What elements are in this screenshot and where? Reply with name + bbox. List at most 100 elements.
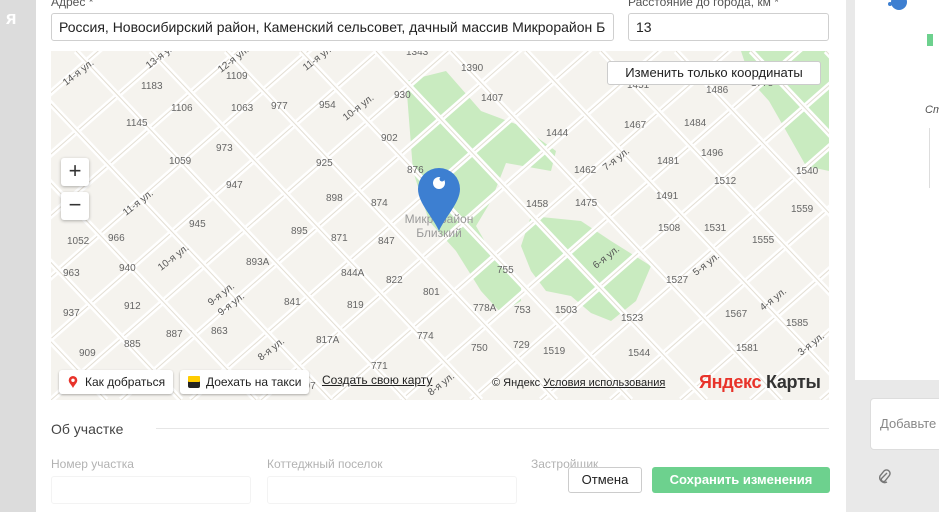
house-number: 1531 <box>704 223 727 234</box>
house-number: 1559 <box>791 204 814 215</box>
house-number: 1519 <box>543 346 566 357</box>
logo-yandex: Яндекс <box>699 372 762 392</box>
attach-icon[interactable] <box>877 468 891 484</box>
map-canvas[interactable]: 1183 1145 1106 1063 977 954 930 1343 1390 1407 110… <box>51 51 829 400</box>
house-number: 822 <box>386 275 403 286</box>
street-name: 10-я ул. <box>156 243 191 274</box>
house-number: 1484 <box>684 118 707 129</box>
house-number: 863 <box>211 326 228 337</box>
terms-link[interactable]: Условия использования <box>543 377 665 389</box>
taxi-icon <box>188 376 200 388</box>
right-sidebar-panel: Ст <box>855 0 939 380</box>
house-number: 755 <box>497 265 514 276</box>
house-number: 1527 <box>666 275 689 286</box>
route-button[interactable]: Как добраться <box>59 370 174 394</box>
house-number: 1063 <box>231 103 254 114</box>
copyright-text: © Яндекс <box>492 377 541 389</box>
house-number: 1052 <box>67 236 90 247</box>
house-number: 893А <box>246 257 270 268</box>
house-number: 876 <box>407 165 424 176</box>
comment-input[interactable]: Добавьте <box>870 398 939 450</box>
house-number: 1544 <box>628 348 651 359</box>
road <box>51 258 184 400</box>
house-number: 753 <box>514 305 531 316</box>
logo-maps: Карты <box>765 372 821 392</box>
map[interactable]: 1183 1145 1106 1063 977 954 930 1343 1390 1407 110… <box>51 51 829 400</box>
house-number: 819 <box>347 300 364 311</box>
house-number: 871 <box>331 233 348 244</box>
house-number: 963 <box>63 268 80 279</box>
house-number: 1486 <box>706 85 729 96</box>
house-number: 1343 <box>406 51 429 58</box>
street-name: 14-я ул. <box>61 58 96 89</box>
address-input[interactable]: Россия, Новосибирский район, Каменский с… <box>51 13 614 41</box>
zoom-in-button[interactable]: + <box>61 158 89 186</box>
house-number: 844А <box>341 268 365 279</box>
section-title: Об участке <box>51 421 124 437</box>
house-number: 902 <box>381 133 398 144</box>
house-number: 774 <box>417 331 434 342</box>
app-logo-icon[interactable]: я <box>6 8 26 28</box>
save-button[interactable]: Сохранить изменения <box>652 467 830 493</box>
avatar-icon[interactable] <box>885 0 913 14</box>
distance-input[interactable]: 13 <box>628 13 829 41</box>
house-number: 1540 <box>796 166 819 177</box>
house-number: 750 <box>471 343 488 354</box>
house-number: 1444 <box>546 128 569 139</box>
house-number: 1512 <box>714 176 737 187</box>
taxi-button[interactable]: Доехать на такси <box>180 370 310 394</box>
section-divider <box>156 428 829 429</box>
location-pin-icon <box>68 376 78 388</box>
house-number: 841 <box>284 297 301 308</box>
left-sidebar: я <box>0 0 36 512</box>
plot-number-label: Номер участка <box>51 457 134 471</box>
distance-label: Расстояние до города, км * <box>628 0 779 9</box>
house-number: 1059 <box>169 156 192 167</box>
house-number: 1523 <box>621 313 644 324</box>
house-number: 729 <box>513 340 530 351</box>
house-number: 909 <box>79 348 96 359</box>
house-number: 966 <box>108 233 125 244</box>
zoom-out-button[interactable]: − <box>61 192 89 220</box>
house-number: 847 <box>378 236 395 247</box>
house-number: 1106 <box>171 103 193 114</box>
house-number: 1491 <box>656 191 679 202</box>
house-number: 1567 <box>725 309 748 320</box>
house-number: 1458 <box>526 199 549 210</box>
house-number: 1503 <box>555 305 578 316</box>
house-number: 1390 <box>461 63 484 74</box>
cancel-button[interactable]: Отмена <box>568 467 642 493</box>
road <box>51 261 182 400</box>
house-number: 1407 <box>481 93 504 104</box>
house-number: 1496 <box>701 148 724 159</box>
route-button-label: Как добраться <box>85 375 166 389</box>
cottage-village-input[interactable] <box>267 476 517 504</box>
house-number: 817А <box>316 335 340 346</box>
house-number: 954 <box>319 100 336 111</box>
taxi-button-label: Доехать на такси <box>206 375 302 389</box>
edit-panel: Адрес * Россия, Новосибирский район, Кам… <box>36 0 846 512</box>
house-number: 1508 <box>658 223 681 234</box>
house-number: 778А <box>473 303 497 314</box>
change-coordinates-button[interactable]: Изменить только координаты <box>607 61 821 85</box>
side-label: Ст <box>925 104 939 116</box>
page: я Адрес * Россия, Новосибирский район, К… <box>0 0 939 512</box>
house-number: 1481 <box>657 156 680 167</box>
house-number: 1585 <box>786 318 809 329</box>
map-copyright: © Яндекс Условия использования <box>492 377 665 389</box>
plot-number-input[interactable] <box>51 476 251 504</box>
house-number: 1145 <box>126 118 148 129</box>
yandex-maps-logo[interactable]: Яндекс Карты <box>699 372 821 393</box>
house-number: 887 <box>166 329 183 340</box>
house-number: 801 <box>423 287 440 298</box>
house-number: 937 <box>63 308 80 319</box>
house-number: 1183 <box>141 81 163 92</box>
house-number: 1555 <box>752 235 775 246</box>
house-number: 885 <box>124 339 141 350</box>
house-number: 912 <box>124 301 141 312</box>
create-map-link[interactable]: Создать свою карту <box>322 373 432 387</box>
house-number: 874 <box>371 198 388 209</box>
cottage-village-label: Коттеджный поселок <box>267 457 383 471</box>
house-number: 771 <box>371 361 388 372</box>
house-number: 895 <box>291 226 308 237</box>
